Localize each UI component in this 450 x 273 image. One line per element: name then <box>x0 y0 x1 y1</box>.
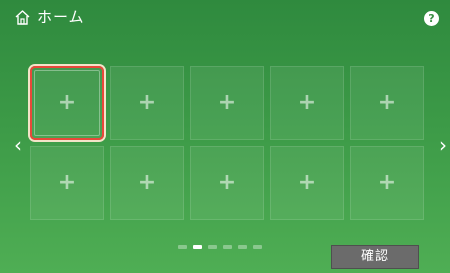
confirm-button[interactable]: 確認 <box>331 245 419 269</box>
page-dot <box>238 245 247 249</box>
shortcut-tile[interactable]: + <box>110 66 184 140</box>
previous-page-button[interactable]: ‹ <box>12 134 24 156</box>
add-shortcut-icon: + <box>297 90 317 115</box>
shortcut-tile[interactable]: + <box>350 146 424 220</box>
next-page-button[interactable]: › <box>437 134 449 156</box>
page-dot-active <box>193 245 202 249</box>
add-shortcut-icon: + <box>137 90 157 115</box>
shortcut-tile[interactable]: + <box>110 146 184 220</box>
page-dot <box>223 245 232 249</box>
help-button[interactable]: ? <box>424 11 439 26</box>
shortcut-tile[interactable]: + <box>270 66 344 140</box>
shortcut-tile[interactable]: + <box>190 66 264 140</box>
shortcut-tile[interactable]: + <box>30 146 104 220</box>
add-shortcut-icon: + <box>217 90 237 115</box>
add-shortcut-icon: + <box>297 170 317 195</box>
page-indicator <box>178 245 274 251</box>
header-bar: ホーム ? <box>0 0 450 34</box>
page-dot <box>178 245 187 249</box>
shortcut-tile-selected[interactable]: + <box>30 66 104 140</box>
shortcut-grid: + + + + + + + + + + <box>30 66 428 220</box>
page-dot <box>253 245 262 249</box>
page-title: ホーム <box>37 8 85 26</box>
add-shortcut-icon: + <box>377 90 397 115</box>
home-icon[interactable] <box>14 9 31 26</box>
home-screen: ホーム ? ‹ + + + + + + + + + + › 確認 <box>0 0 450 273</box>
shortcut-tile[interactable]: + <box>190 146 264 220</box>
shortcut-tile[interactable]: + <box>270 146 344 220</box>
add-shortcut-icon: + <box>57 90 77 115</box>
chevron-left-icon: ‹ <box>14 133 22 157</box>
add-shortcut-icon: + <box>57 170 77 195</box>
page-dot <box>208 245 217 249</box>
chevron-right-icon: › <box>439 133 447 157</box>
add-shortcut-icon: + <box>217 170 237 195</box>
shortcut-tile[interactable]: + <box>350 66 424 140</box>
add-shortcut-icon: + <box>137 170 157 195</box>
add-shortcut-icon: + <box>377 170 397 195</box>
